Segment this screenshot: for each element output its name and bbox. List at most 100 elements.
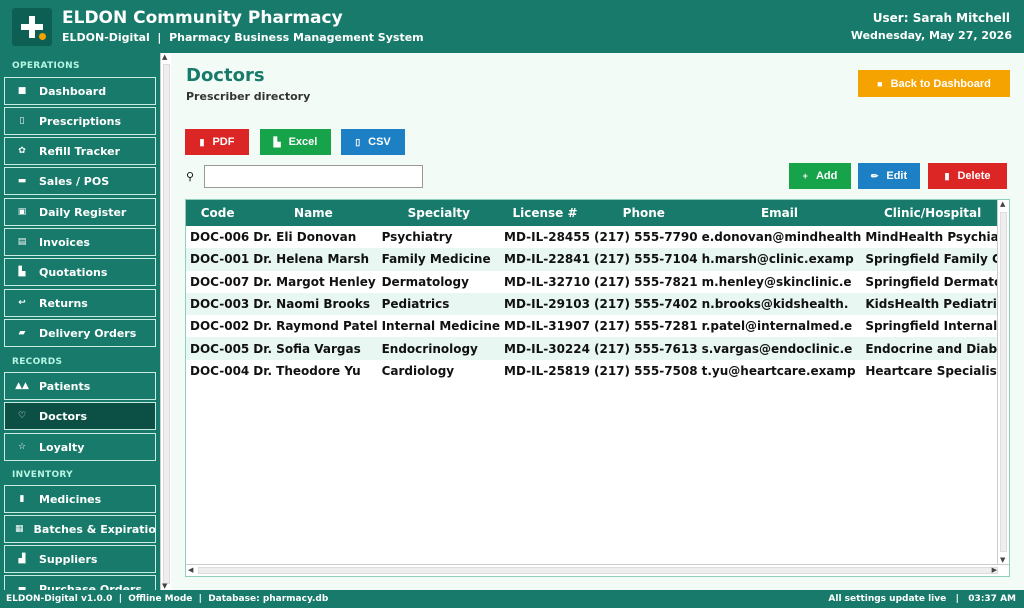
sidebar-item-dashboard[interactable]: ■ Dashboard — [4, 77, 156, 105]
sidebar-item-purchase-orders[interactable]: ▬ Purchase Orders — [4, 575, 156, 590]
sidebar-item-sales-pos[interactable]: ▬ Sales / POS — [4, 167, 156, 195]
sidebar-item-loyalty[interactable]: ☆ Loyalty — [4, 433, 156, 461]
table-cell: MD-IL-28455 — [504, 230, 590, 245]
page-subtitle: Prescriber directory — [186, 90, 311, 103]
table-row[interactable]: DOC-005 Dr. Sofia Vargas Endocrinology MD-I… — [186, 337, 1004, 360]
column-header[interactable]: Clinic/Hospital — [861, 200, 1004, 226]
table-cell: Dr. Naomi Brooks — [249, 292, 378, 316]
sidebar-item-refill-tracker[interactable]: ✿ Refill Tracker — [4, 137, 156, 165]
invoice-icon: ▤ — [17, 237, 27, 247]
sidebar-item-invoices[interactable]: ▤ Invoices — [4, 228, 156, 256]
table-row[interactable]: DOC-006 Dr. Eli Donovan Psychiatry MD-IL-28… — [186, 226, 1004, 248]
scroll-down-icon[interactable]: ▼ — [162, 582, 167, 590]
table-cell: n.brooks@kidshealth. — [697, 292, 862, 316]
edit-button[interactable]: ✏ Edit — [858, 163, 920, 189]
stethoscope-icon: ♡ — [17, 411, 27, 421]
sidebar-item-label: Batches & Expiratio — [33, 522, 156, 536]
table-row[interactable]: DOC-004 Dr. Theodore Yu Cardiology MD-IL-25… — [186, 360, 1004, 382]
add-button[interactable]: + Add — [789, 163, 851, 189]
scroll-right-icon[interactable]: ▶ — [992, 566, 997, 574]
table-header-row: Code Name Specialty License # Phone Email Clin… — [186, 200, 1004, 226]
table-cell: h.marsh@clinic.examp — [697, 248, 862, 271]
delete-button[interactable]: ▮ Delete — [928, 163, 1007, 189]
sidebar-scroll-thumb[interactable] — [163, 64, 170, 584]
table-cell: m.henley@skinclinic.e — [701, 274, 852, 289]
table-cell: Dr. Raymond Patel — [253, 319, 378, 334]
table-row[interactable]: DOC-001 Dr. Helena Marsh Family Medicine MD… — [186, 248, 1004, 271]
table-cell: Springfield Internal — [865, 319, 998, 334]
pencil-icon: ✏ — [870, 170, 879, 181]
quote-icon: ▙ — [18, 267, 26, 277]
search-input[interactable] — [204, 165, 423, 188]
scroll-down-icon[interactable]: ▼ — [1000, 556, 1005, 564]
table-cell: DOC-002 — [190, 319, 250, 334]
sidebar-item-medicines[interactable]: ▮ Medicines — [4, 485, 156, 513]
refill-icon: ✿ — [18, 146, 26, 156]
column-header[interactable]: Name — [249, 200, 378, 226]
table-cell: MD-IL-31907 — [504, 319, 590, 334]
sidebar-scrollbar[interactable]: ▲ ▼ — [160, 53, 171, 590]
table-cell: Heartcare Specialist — [865, 363, 1003, 378]
sidebar-item-quotations[interactable]: ▙ Quotations — [4, 258, 156, 286]
sidebar-item-delivery-orders[interactable]: ▰ Delivery Orders — [4, 319, 156, 347]
clipboard-icon: ▯ — [355, 136, 361, 147]
table-cell: t.yu@heartcare.examp — [701, 363, 856, 378]
back-to-dashboard-label: Back to Dashboard — [890, 77, 991, 90]
delete-label: Delete — [957, 170, 991, 182]
sidebar-section-label: RECORDS — [12, 357, 63, 367]
table-vertical-scrollbar[interactable]: ▲ ▼ — [997, 200, 1009, 564]
table-vscroll-thumb[interactable] — [1000, 212, 1007, 552]
sidebar-item-daily-register[interactable]: ▣ Daily Register — [4, 198, 156, 226]
export-csv-button[interactable]: ▯ CSV — [341, 129, 405, 155]
sidebar-item-label: Sales / POS — [39, 174, 110, 188]
current-date: Wednesday, May 27, 2026 — [850, 29, 1012, 42]
table-cell: KidsHealth Pediatric — [861, 292, 1004, 316]
table-cell: r.patel@internalmed.e — [701, 319, 853, 334]
sidebar-item-suppliers[interactable]: ▟ Suppliers — [4, 545, 156, 573]
column-header[interactable]: Code — [186, 200, 250, 226]
export-pdf-label: PDF — [212, 136, 235, 148]
users-icon: ▲▲ — [15, 381, 29, 391]
sidebar-item-returns[interactable]: ↩ Returns — [4, 289, 156, 317]
sidebar-item-label: Medicines — [39, 492, 102, 506]
table-cell: s.vargas@endoclinic.e — [697, 337, 862, 360]
scroll-up-icon[interactable]: ▲ — [1000, 200, 1005, 208]
export-excel-button[interactable]: ▙ Excel — [260, 129, 331, 155]
column-header[interactable]: License # — [500, 200, 590, 226]
column-header[interactable]: Email — [697, 200, 862, 226]
sidebar-item-prescriptions[interactable]: ▯ Prescriptions — [4, 107, 156, 135]
table-row[interactable]: DOC-007 Dr. Margot Henley Dermatology MD-IL… — [186, 271, 1004, 293]
table-cell: Dermatology — [381, 274, 469, 289]
chart-icon: ▙ — [273, 136, 281, 147]
table-row[interactable]: DOC-002 Dr. Raymond Patel Internal Medicin… — [186, 315, 1004, 337]
sidebar-item-patients[interactable]: ▲▲ Patients — [4, 372, 156, 400]
clipboard-icon: ▯ — [19, 116, 25, 126]
scroll-up-icon[interactable]: ▲ — [162, 53, 167, 61]
scroll-left-icon[interactable]: ◀ — [188, 566, 193, 574]
table-cell: Dr. Helena Marsh — [249, 248, 378, 271]
back-to-dashboard-button[interactable]: ■ Back to Dashboard — [858, 70, 1010, 97]
table-cell: (217) 555-7508 — [593, 363, 698, 378]
plus-icon: + — [802, 171, 808, 181]
sidebar-section-label: INVENTORY — [12, 470, 73, 480]
truck-icon: ▰ — [18, 328, 26, 338]
column-header[interactable]: Phone — [589, 200, 698, 226]
table-cell: DOC-004 — [190, 363, 250, 378]
column-header[interactable]: Specialty — [377, 200, 501, 226]
sidebar-item-label: Invoices — [39, 235, 90, 249]
table-hscroll-thumb[interactable] — [198, 567, 998, 574]
table-cell: DOC-007 — [190, 274, 250, 289]
return-icon: ↩ — [18, 298, 26, 308]
table-cell: (217) 555-7613 — [589, 337, 698, 360]
table-horizontal-scrollbar[interactable]: ◀ ▶ — [186, 564, 1009, 576]
sidebar: ▲ ▼ OPERATIONS ■ Dashboard ▯ Prescriptions ✿ R… — [0, 53, 171, 590]
page-title: Doctors — [186, 65, 265, 86]
doctors-table: Code Name Specialty License # Phone Email Clin… — [185, 199, 1010, 577]
table-body: DOC-006 Dr. Eli Donovan Psychiatry MD-IL-28… — [186, 226, 1004, 382]
sidebar-item-batches-expiratio[interactable]: ▦ Batches & Expiratio — [4, 515, 156, 543]
sidebar-item-label: Doctors — [39, 409, 87, 423]
sidebar-item-doctors[interactable]: ♡ Doctors — [4, 402, 156, 430]
export-pdf-button[interactable]: ▮ PDF — [185, 129, 249, 155]
table-row[interactable]: DOC-003 Dr. Naomi Brooks Pediatrics MD-IL-2… — [186, 292, 1004, 316]
table-cell: MindHealth Psychia — [865, 230, 999, 245]
